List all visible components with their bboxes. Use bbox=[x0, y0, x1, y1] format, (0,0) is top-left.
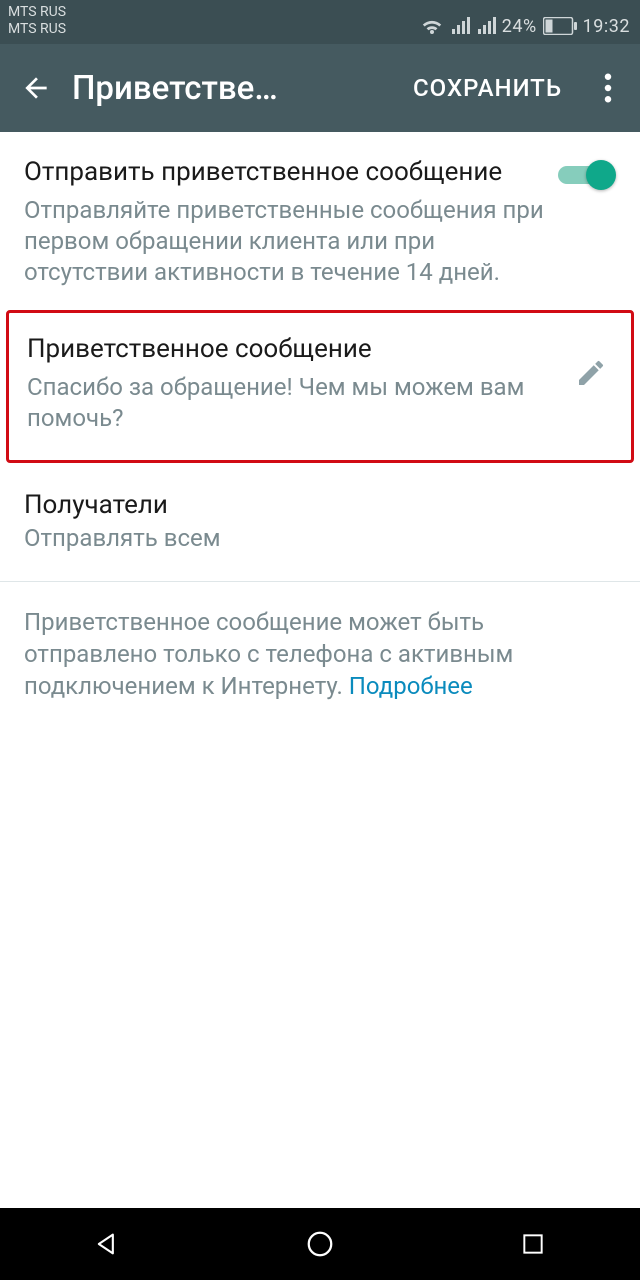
triangle-left-icon bbox=[93, 1230, 121, 1258]
battery-percentage: 24% bbox=[502, 16, 537, 37]
footer-note: Приветственное сообщение может быть отпр… bbox=[0, 582, 640, 727]
battery-icon bbox=[543, 17, 577, 35]
greeting-message-row[interactable]: Приветственное сообщение Спасибо за обра… bbox=[6, 310, 634, 463]
wifi-icon bbox=[420, 16, 444, 36]
square-icon bbox=[520, 1231, 546, 1257]
carrier-2: MTS RUS bbox=[8, 21, 66, 38]
recipients-row[interactable]: Получатели Отправлять всем bbox=[0, 473, 640, 581]
status-bar: MTS RUS MTS RUS 24% 19:32 bbox=[0, 0, 640, 44]
send-greeting-toggle-section: Отправить приветственное сообщение Отпра… bbox=[0, 132, 640, 308]
recipients-title: Получатели bbox=[24, 489, 616, 522]
edit-greeting-button[interactable] bbox=[569, 351, 613, 395]
signal-1-icon bbox=[450, 16, 470, 36]
app-bar: Приветстве… СОХРАНИТЬ bbox=[0, 44, 640, 132]
learn-more-link[interactable]: Подробнее bbox=[349, 672, 473, 700]
nav-home-button[interactable] bbox=[260, 1208, 380, 1280]
arrow-left-icon bbox=[20, 72, 52, 104]
clock: 19:32 bbox=[583, 16, 630, 37]
carrier-1: MTS RUS bbox=[8, 4, 66, 21]
save-button[interactable]: СОХРАНИТЬ bbox=[399, 74, 576, 102]
navigation-bar bbox=[0, 1208, 640, 1280]
circle-icon bbox=[305, 1229, 335, 1259]
recipients-value: Отправлять всем bbox=[24, 523, 616, 554]
send-greeting-description: Отправляйте приветственные сообщения при… bbox=[24, 195, 546, 289]
send-greeting-switch[interactable] bbox=[558, 160, 616, 188]
overflow-menu-button[interactable] bbox=[584, 60, 632, 116]
nav-back-button[interactable] bbox=[47, 1208, 167, 1280]
send-greeting-title: Отправить приветственное сообщение bbox=[24, 156, 546, 189]
carrier-labels: MTS RUS MTS RUS bbox=[8, 4, 66, 38]
greeting-message-title: Приветственное сообщение bbox=[27, 333, 557, 366]
back-button[interactable] bbox=[8, 60, 64, 116]
nav-recent-button[interactable] bbox=[473, 1208, 593, 1280]
page-title: Приветстве… bbox=[72, 69, 391, 108]
more-vert-icon bbox=[604, 73, 612, 103]
signal-2-icon bbox=[476, 16, 496, 36]
pencil-icon bbox=[575, 357, 607, 389]
greeting-message-body: Спасибо за обращение! Чем мы можем вам п… bbox=[27, 372, 557, 434]
